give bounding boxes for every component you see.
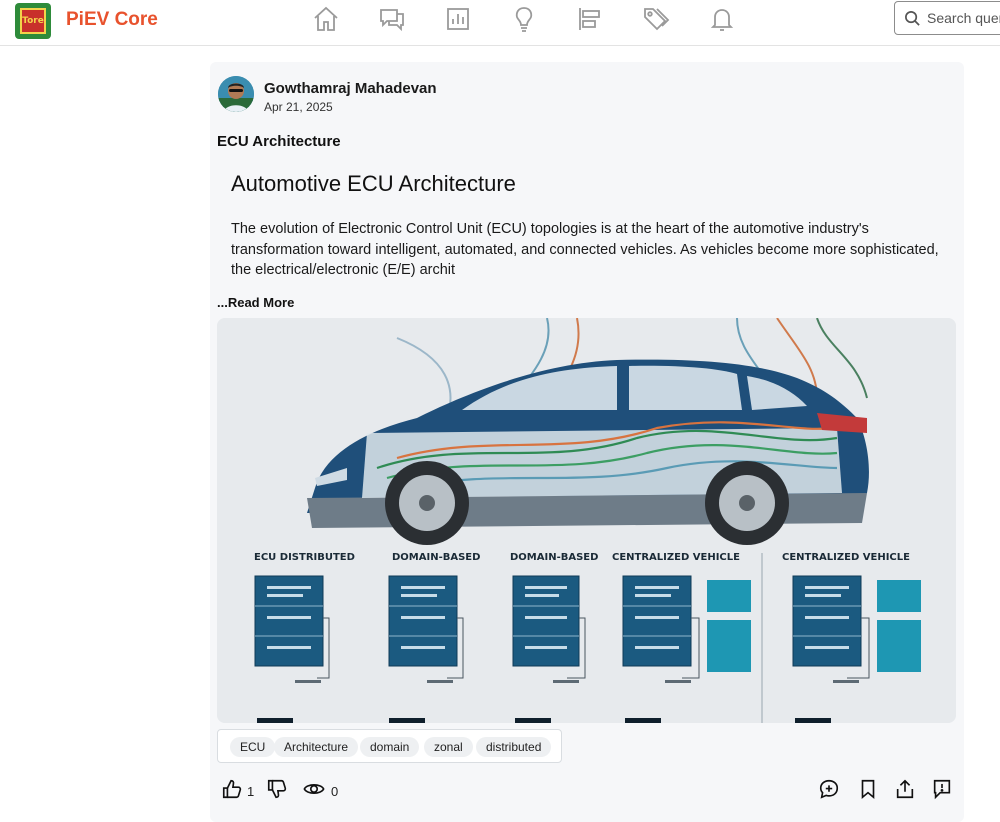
share-icon [896,779,914,799]
thumbs-up-icon [222,779,242,799]
post-date: Apr 21, 2025 [264,100,333,114]
search-icon [905,11,920,26]
cover-image[interactable]: ECU DISTRIBUTED DOMAIN-BASED DOMAIN-BASE… [217,318,956,723]
post-title[interactable]: ECU Architecture [217,133,341,150]
diagram-label-centralized-1: CENTRALIZED VEHICLE [612,552,740,563]
home-icon[interactable] [312,5,340,33]
discussions-icon[interactable] [378,5,406,33]
diagram-label-domain-2: DOMAIN-BASED [510,552,598,563]
author-avatar[interactable] [218,76,254,112]
post-card: Gowthamraj Mahadevan Apr 21, 2025 ECU Ar… [210,62,964,822]
diagram-label-distributed: ECU DISTRIBUTED [254,552,355,563]
notifications-icon[interactable] [708,5,736,33]
ecu-architecture-illustration: ECU DISTRIBUTED DOMAIN-BASED DOMAIN-BASE… [217,318,956,723]
comment-add-icon [819,779,839,799]
analytics-icon[interactable] [444,5,472,33]
bookmark-button[interactable] [857,778,879,804]
post-excerpt: The evolution of Electronic Control Unit… [231,221,939,278]
bookmark-icon [861,779,875,800]
logo-chip: Tore [20,8,46,34]
tags-icon[interactable] [642,5,670,33]
report-button[interactable] [931,778,953,804]
eye-icon [303,784,325,794]
brand-name[interactable]: PiEV Core [66,9,158,31]
view-count: 0 [331,784,339,799]
read-more-link[interactable]: ...Read More [217,295,294,310]
report-icon [933,779,951,800]
diagram-label-centralized-2: CENTRALIZED VEHICLE [782,552,910,563]
author-name[interactable]: Gowthamraj Mahadevan [264,80,437,97]
tag-zonal[interactable]: zonal [424,737,473,757]
tag-ecu[interactable]: ECU [230,737,276,757]
search-box[interactable] [894,1,1000,35]
tag-architecture[interactable]: Architecture [274,737,359,757]
ideas-icon[interactable] [510,5,538,33]
diagram-label-domain-1: DOMAIN-BASED [392,552,480,563]
search-input[interactable] [927,8,1000,28]
like-button[interactable] [221,778,243,804]
like-count: 1 [247,784,255,799]
top-navigation-bar: Tore PiEV Core [0,0,1000,46]
article-heading: Automotive ECU Architecture [231,171,516,196]
thumbs-down-icon [267,779,287,799]
app-logo[interactable]: Tore [15,3,51,39]
dislike-button[interactable] [266,778,288,804]
tag-list: ECU Architecture domain zonal distribute… [217,729,562,763]
timeline-icon[interactable] [576,5,604,33]
tag-distributed[interactable]: distributed [476,737,552,757]
views-indicator [303,778,325,804]
tag-domain[interactable]: domain [360,737,420,757]
share-button[interactable] [894,778,916,804]
add-comment-button[interactable] [818,778,840,804]
